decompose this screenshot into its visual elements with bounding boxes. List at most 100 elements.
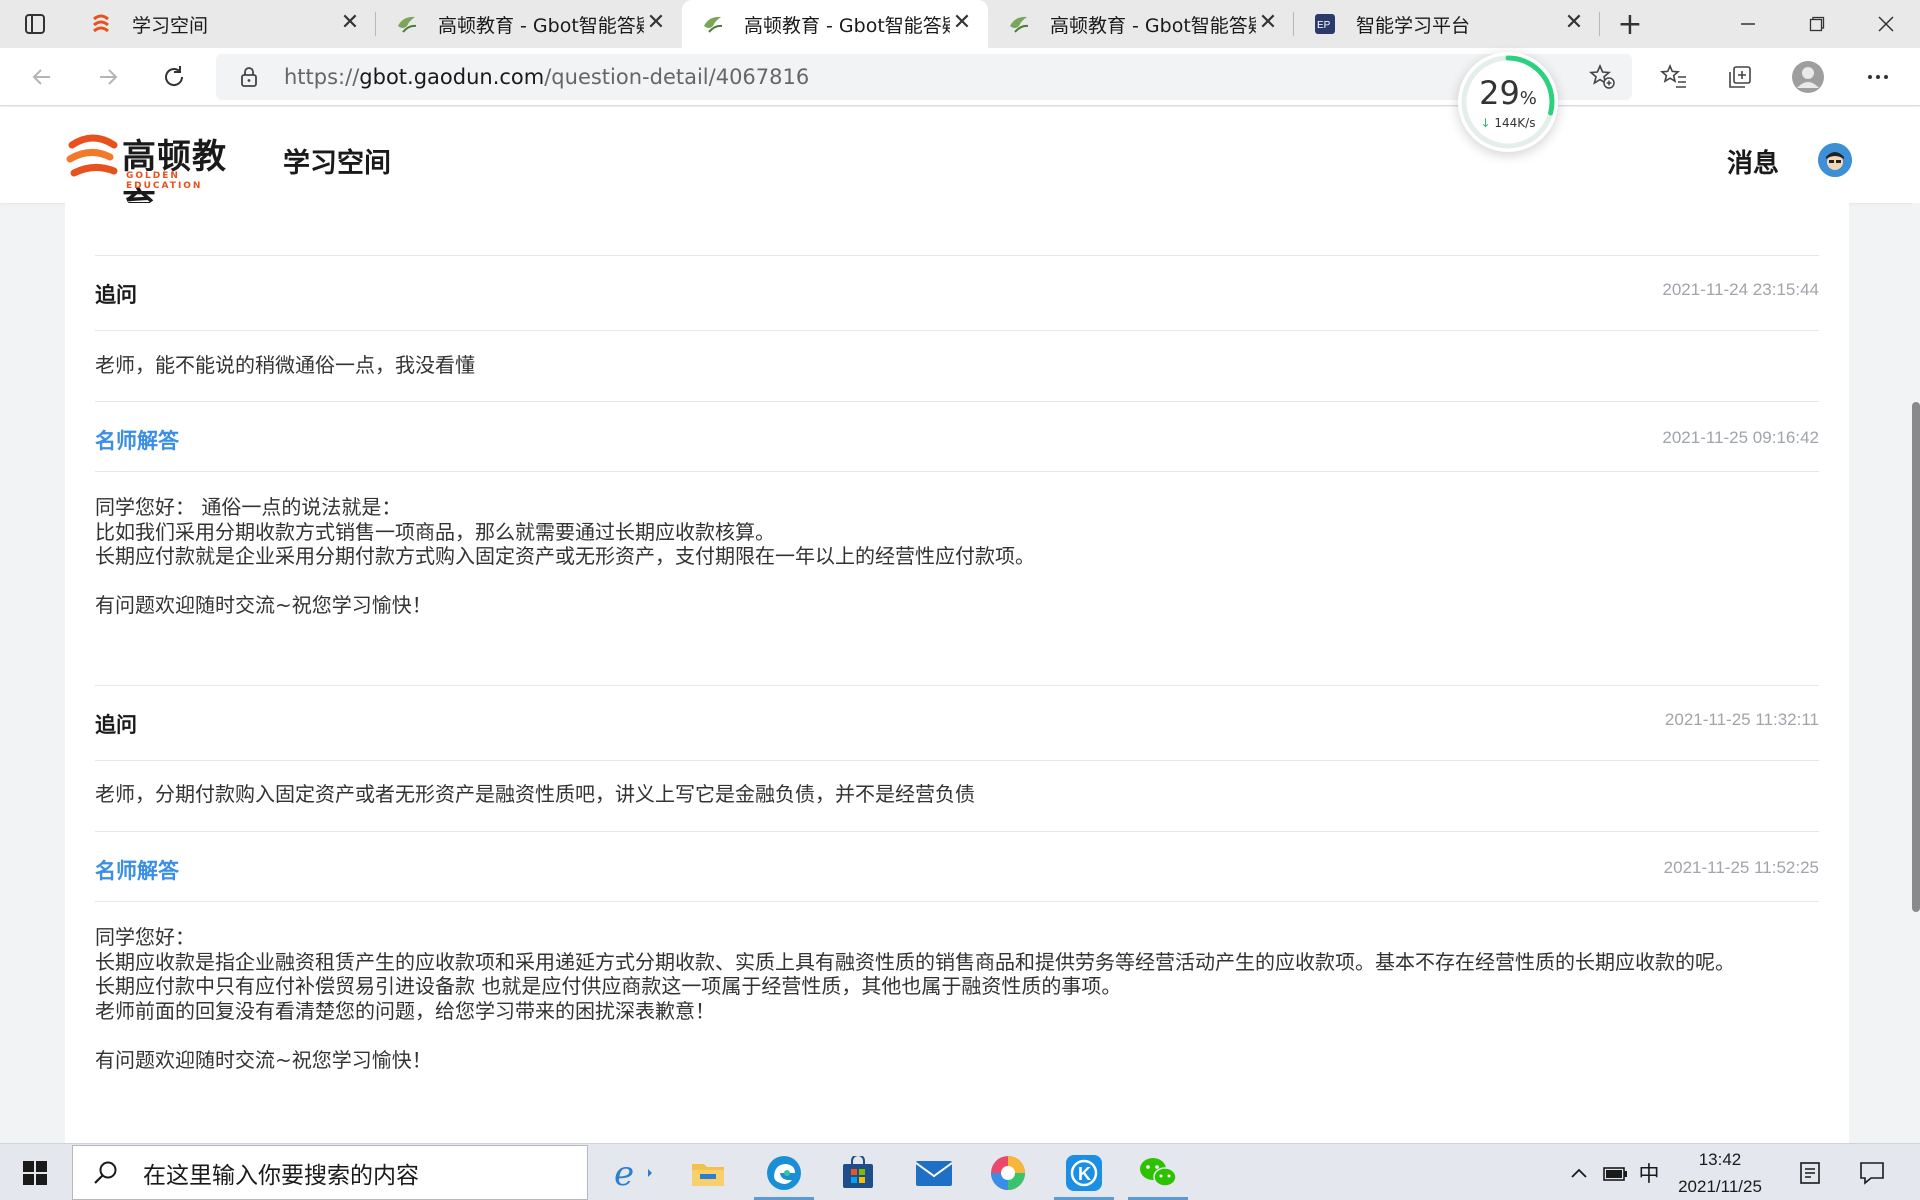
divider xyxy=(95,831,1819,832)
mail-icon xyxy=(915,1160,953,1186)
answer-timestamp: 2021-11-25 11:52:25 xyxy=(1663,858,1819,877)
site-header: 高顿教育 GOLDEN EDUCATION 学习空间 消息 xyxy=(0,107,1920,226)
close-window-button[interactable] xyxy=(1851,0,1920,48)
taskbar-clock[interactable]: 13:42 2021/11/25 xyxy=(1660,1144,1780,1200)
favorites-icon xyxy=(1660,63,1686,88)
question-thread-card: 追问 2021-11-24 23:15:44 老师，能不能说的稍微通俗一点，我没… xyxy=(65,203,1849,1143)
divider xyxy=(95,255,1819,256)
profile-avatar-icon xyxy=(1792,61,1824,93)
show-hidden-icons-button[interactable] xyxy=(1562,1144,1596,1200)
taskbar-app-microsoft-store[interactable] xyxy=(822,1144,894,1200)
followup-text: 老师，分期付款购入固定资产或者无形资产是融资性质吧，讲义上写它是金融负债，并不是… xyxy=(95,782,975,806)
battery-plug-icon xyxy=(1603,1166,1627,1181)
tab-title: 高顿教育 - Gbot智能答疑 xyxy=(438,14,644,37)
arrow-down-icon: ↓ xyxy=(1480,116,1491,130)
action-center-button[interactable] xyxy=(1852,1144,1892,1200)
gaodun-logo-icon xyxy=(88,11,114,37)
tab-close-icon[interactable]: ✕ xyxy=(950,12,974,36)
start-button[interactable] xyxy=(0,1144,70,1200)
divider xyxy=(95,760,1819,761)
taskbar-app-colorful[interactable] xyxy=(972,1144,1044,1200)
address-bar[interactable]: https:// gbot.gaodun.com /question-detai… xyxy=(216,54,1632,100)
taskbar-app-edge[interactable] xyxy=(748,1144,820,1200)
notepad-icon xyxy=(1800,1161,1820,1184)
user-avatar[interactable] xyxy=(1818,143,1852,177)
tab-title: 高顿教育 - Gbot智能答疑 xyxy=(744,14,950,37)
notifications-button[interactable] xyxy=(1790,1144,1830,1200)
divider xyxy=(95,685,1819,686)
url-path: /question-detail/4067816 xyxy=(544,65,810,89)
store-icon xyxy=(843,1155,873,1188)
tab-title: 学习空间 xyxy=(132,14,209,37)
browser-tab[interactable]: 学习空间 ✕ xyxy=(70,0,376,48)
tab-close-icon[interactable]: ✕ xyxy=(1562,12,1586,36)
logo-subtext: GOLDEN EDUCATION xyxy=(126,171,203,191)
messages-link[interactable]: 消息 xyxy=(1727,143,1779,180)
chevron-up-icon xyxy=(1571,1168,1587,1178)
favorites-button[interactable] xyxy=(1654,58,1694,96)
taskbar-app-mail[interactable] xyxy=(898,1144,970,1200)
minimize-icon xyxy=(1740,23,1755,25)
colorful-app-icon xyxy=(991,1155,1025,1190)
divider xyxy=(95,330,1819,331)
browser-tab-active[interactable]: 高顿教育 - Gbot智能答疑 ✕ xyxy=(682,0,988,48)
network-speed-widget[interactable]: 29% ↓ 144K/s xyxy=(1458,52,1558,152)
followup-text: 老师，能不能说的稍微通俗一点，我没看懂 xyxy=(95,353,475,377)
browser-tab[interactable]: 高顿教育 - Gbot智能答疑 ✕ xyxy=(376,0,682,48)
collections-button[interactable] xyxy=(1720,58,1760,96)
followup-label: 追问 xyxy=(95,283,137,307)
gaodun-logo-icon xyxy=(66,134,118,177)
tab-close-icon[interactable]: ✕ xyxy=(338,12,362,36)
settings-menu-button[interactable] xyxy=(1858,58,1898,96)
svg-text:EP: EP xyxy=(1317,20,1331,31)
speed-rate: ↓ 144K/s xyxy=(1480,116,1536,130)
taskbar-app-kugou[interactable]: K xyxy=(1048,1144,1120,1200)
kugou-icon: K xyxy=(1066,1154,1102,1191)
tab-close-icon[interactable]: ✕ xyxy=(1256,12,1280,36)
windows-taskbar: 在这里输入你要搜索的内容 e K 中 13:42 2021/11/25 xyxy=(0,1143,1920,1200)
taskbar-app-file-explorer[interactable] xyxy=(672,1144,744,1200)
tab-actions-button[interactable] xyxy=(0,0,70,48)
browser-toolbar: https:// gbot.gaodun.com /question-detai… xyxy=(0,48,1920,106)
browser-tab[interactable]: EP 智能学习平台 ✕ xyxy=(1294,0,1600,48)
restore-button[interactable] xyxy=(1782,0,1851,48)
ep-icon: EP xyxy=(1312,11,1338,37)
restore-icon xyxy=(1809,16,1824,32)
search-icon xyxy=(94,1161,117,1184)
followup-label: 追问 xyxy=(95,713,137,737)
folder-icon xyxy=(692,1163,724,1186)
taskbar-search-input[interactable]: 在这里输入你要搜索的内容 xyxy=(72,1145,588,1200)
user-avatar-icon xyxy=(1818,143,1852,177)
battery-status[interactable] xyxy=(1598,1144,1632,1200)
divider xyxy=(95,471,1819,472)
windows-logo-icon xyxy=(23,1160,47,1185)
profile-button[interactable] xyxy=(1788,58,1828,96)
svg-text:e: e xyxy=(614,1155,634,1191)
url-scheme: https:// xyxy=(284,65,360,89)
clock-time: 13:42 xyxy=(1698,1150,1742,1169)
back-button[interactable] xyxy=(22,58,62,96)
taskbar-app-internet-explorer[interactable]: e xyxy=(598,1144,670,1200)
page-scrollbar-thumb[interactable] xyxy=(1912,402,1920,912)
wechat-icon xyxy=(1140,1157,1177,1187)
edge-icon xyxy=(767,1155,801,1190)
close-icon xyxy=(1877,16,1894,32)
tab-title: 智能学习平台 xyxy=(1356,14,1471,37)
minimize-button[interactable] xyxy=(1713,0,1782,48)
new-tab-button[interactable]: + xyxy=(1600,0,1660,48)
divider xyxy=(95,401,1819,402)
message-bubble-icon xyxy=(1860,1161,1884,1185)
forward-button[interactable] xyxy=(88,58,128,96)
refresh-button[interactable] xyxy=(154,58,194,96)
arrow-right-icon xyxy=(100,69,118,85)
refresh-icon xyxy=(165,66,184,86)
star-add-icon xyxy=(1589,63,1615,89)
add-favorite-button[interactable] xyxy=(1582,58,1622,96)
site-section-title[interactable]: 学习空间 xyxy=(283,141,391,180)
site-logo[interactable]: 高顿教育 GOLDEN EDUCATION xyxy=(66,127,256,226)
search-placeholder: 在这里输入你要搜索的内容 xyxy=(143,1162,419,1189)
tab-close-icon[interactable]: ✕ xyxy=(644,12,668,36)
browser-tab[interactable]: 高顿教育 - Gbot智能答疑 ✕ xyxy=(988,0,1294,48)
teacher-answer-label: 名师解答 xyxy=(95,429,179,453)
taskbar-app-wechat[interactable] xyxy=(1122,1144,1194,1200)
